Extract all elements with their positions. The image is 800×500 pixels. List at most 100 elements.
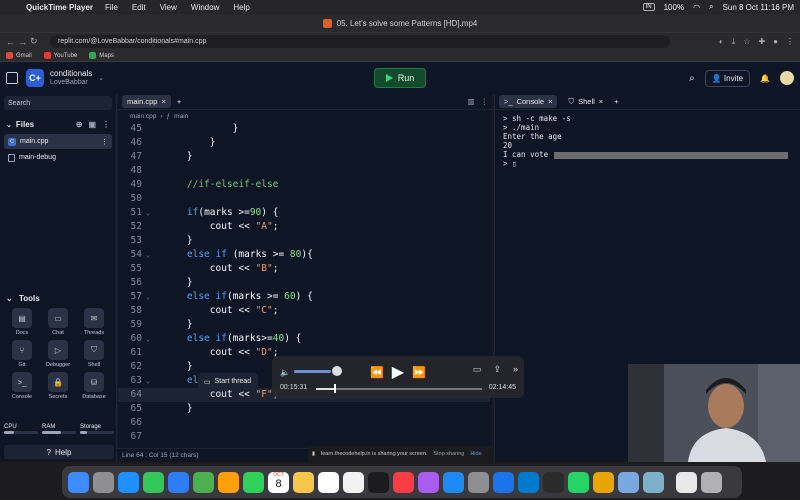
code-line[interactable]: 54 ⌄ else if (marks >= 80){ xyxy=(118,248,490,262)
fold-chevron-icon[interactable]: ⌄ xyxy=(142,332,154,346)
notifications-bell-icon[interactable]: 🔔 xyxy=(760,74,770,83)
console-prompt[interactable]: > ▯ xyxy=(503,159,792,168)
chevron-down-icon[interactable]: ⌄ xyxy=(6,294,13,303)
menu-help[interactable]: Help xyxy=(233,3,249,12)
tool-threads[interactable]: ✉ Threads xyxy=(76,308,112,336)
dock-whatsapp-icon[interactable] xyxy=(568,471,589,493)
download-icon[interactable]: ⤓ xyxy=(732,37,736,47)
profile-icon[interactable]: ● xyxy=(773,37,778,47)
dock-reminders-icon[interactable] xyxy=(318,471,339,493)
tab-main-cpp[interactable]: main.cpp × xyxy=(122,95,171,108)
code-line[interactable]: 53 } xyxy=(118,234,490,248)
tab-shell[interactable]: ⛉ Shell × xyxy=(563,95,608,109)
fold-chevron-icon[interactable]: ⌄ xyxy=(142,248,154,262)
more-icon[interactable]: ⋮ xyxy=(481,97,489,106)
dock-preview-icon[interactable] xyxy=(618,471,639,493)
code-line[interactable]: 46 } xyxy=(118,136,490,150)
tool-database[interactable]: ⛁ Database xyxy=(76,372,112,400)
back-icon[interactable]: ← xyxy=(6,37,18,47)
close-icon[interactable]: × xyxy=(161,97,165,106)
breadcrumb-function[interactable]: main xyxy=(174,113,188,120)
pip-icon[interactable]: ▭ xyxy=(473,364,482,375)
menu-edit[interactable]: Edit xyxy=(132,3,146,12)
code-line[interactable]: 50 xyxy=(118,192,490,206)
app-menu[interactable]: QuickTime Player xyxy=(26,3,93,12)
chevron-down-icon[interactable]: ⌄ xyxy=(98,74,104,82)
new-file-icon[interactable]: ⊕ xyxy=(76,120,83,129)
more-icon[interactable]: ⋮ xyxy=(102,120,110,129)
split-pane-icon[interactable]: ▥ xyxy=(467,97,474,106)
dock-photos-icon[interactable] xyxy=(218,471,239,493)
code-line[interactable]: 60 ⌄ else if(marks>=40) { xyxy=(118,332,490,346)
code-area[interactable]: 45 } 46 } 47 } 48 49 //if-elseif-else 50 51 ⌄ i… xyxy=(118,122,490,447)
dock-system-settings-icon[interactable] xyxy=(468,471,489,493)
close-icon[interactable]: × xyxy=(548,97,552,106)
tool-shell[interactable]: ⛉ Shell xyxy=(76,340,112,368)
menu-view[interactable]: View xyxy=(160,3,177,12)
dock-podcasts-icon[interactable] xyxy=(418,471,439,493)
bookmark-maps[interactable]: Maps xyxy=(89,52,114,59)
address-bar[interactable]: replit.com/@LoveBabbar/conditionals#main… xyxy=(50,35,670,48)
new-tab-icon[interactable]: + xyxy=(177,97,181,106)
invite-button[interactable]: 👤 Invite xyxy=(704,69,751,87)
volume-icon[interactable]: 🔈 xyxy=(280,368,290,377)
tool-console[interactable]: >_ Console xyxy=(4,372,40,400)
start-thread-button[interactable]: ▭ Start thread xyxy=(198,373,258,390)
menu-window[interactable]: Window xyxy=(191,3,219,12)
volume-knob[interactable] xyxy=(332,366,342,376)
chevron-down-icon[interactable]: ⌄ xyxy=(6,121,12,129)
wifi-icon[interactable]: ◠ xyxy=(693,3,700,12)
search-icon[interactable]: ⌕ xyxy=(689,73,695,84)
file-menu-icon[interactable]: ⋮ xyxy=(101,138,108,146)
dock-launchpad-icon[interactable] xyxy=(93,471,114,493)
dock-quicktime-icon[interactable] xyxy=(643,471,664,493)
dock-messages-icon[interactable] xyxy=(143,471,164,493)
stop-sharing-button[interactable]: Stop sharing xyxy=(433,451,464,457)
dock-facetime-icon[interactable] xyxy=(243,471,264,493)
project-info[interactable]: conditionals LoveBabbar xyxy=(50,69,92,87)
dock-finder-icon[interactable] xyxy=(68,471,89,493)
search-input[interactable]: Search xyxy=(4,96,112,110)
code-line[interactable]: 55 cout << "B"; xyxy=(118,262,490,276)
tab-console[interactable]: >_ Console × xyxy=(499,95,558,108)
fast-forward-icon[interactable]: ⏩ xyxy=(412,366,426,379)
reload-icon[interactable]: ↻ xyxy=(30,36,42,47)
share-out-icon[interactable]: ⇪ xyxy=(493,364,501,375)
scrubber[interactable] xyxy=(316,388,482,390)
dock-notes-widget-icon[interactable] xyxy=(676,471,697,493)
fullscreen-icon[interactable]: » xyxy=(513,364,518,375)
dock-terminal-icon[interactable] xyxy=(543,471,564,493)
code-line[interactable]: 52 cout << "A"; xyxy=(118,220,490,234)
dock-music-icon[interactable] xyxy=(393,471,414,493)
code-line[interactable]: 58 cout << "C"; xyxy=(118,304,490,318)
file-item-main-debug[interactable]: main-debug xyxy=(4,150,112,165)
dock-vs-code-icon[interactable] xyxy=(518,471,539,493)
code-line[interactable]: 47 } xyxy=(118,150,490,164)
dock-xcode-icon[interactable] xyxy=(493,471,514,493)
breadcrumb-file[interactable]: main.cpp xyxy=(130,113,156,120)
tool-git[interactable]: ⑂ Git xyxy=(4,340,40,368)
dock-app-store-icon[interactable] xyxy=(443,471,464,493)
new-tab-icon[interactable]: + xyxy=(614,97,618,106)
fold-chevron-icon[interactable]: ⌄ xyxy=(142,374,154,388)
code-line[interactable]: 59 } xyxy=(118,318,490,332)
bookmark-youtube[interactable]: YouTube xyxy=(43,52,77,59)
dock-notes-icon[interactable] xyxy=(293,471,314,493)
code-line[interactable]: 49 //if-elseif-else xyxy=(118,178,490,192)
dock-maps-icon[interactable] xyxy=(193,471,214,493)
more-menu-icon[interactable]: ⋮ xyxy=(786,37,794,47)
bookmark-star-icon[interactable]: ☆ xyxy=(743,37,750,47)
avatar[interactable] xyxy=(780,71,794,85)
dock-mail-icon[interactable] xyxy=(168,471,189,493)
code-line[interactable]: 66 xyxy=(118,416,490,430)
code-line[interactable]: 67 xyxy=(118,430,490,444)
new-folder-icon[interactable]: ▣ xyxy=(88,120,96,129)
code-line[interactable]: 57 ⌄ else if(marks >= 60) { xyxy=(118,290,490,304)
search-icon[interactable]: ⌕ xyxy=(709,2,713,12)
volume-slider[interactable] xyxy=(294,370,332,373)
play-icon[interactable]: ▶ xyxy=(392,362,404,382)
code-line[interactable]: 51 ⌄ if(marks >=90) { xyxy=(118,206,490,220)
playhead[interactable] xyxy=(334,384,337,393)
code-line[interactable]: 45 } xyxy=(118,122,490,136)
tool-debugger[interactable]: ▷ Debugger xyxy=(40,340,76,368)
